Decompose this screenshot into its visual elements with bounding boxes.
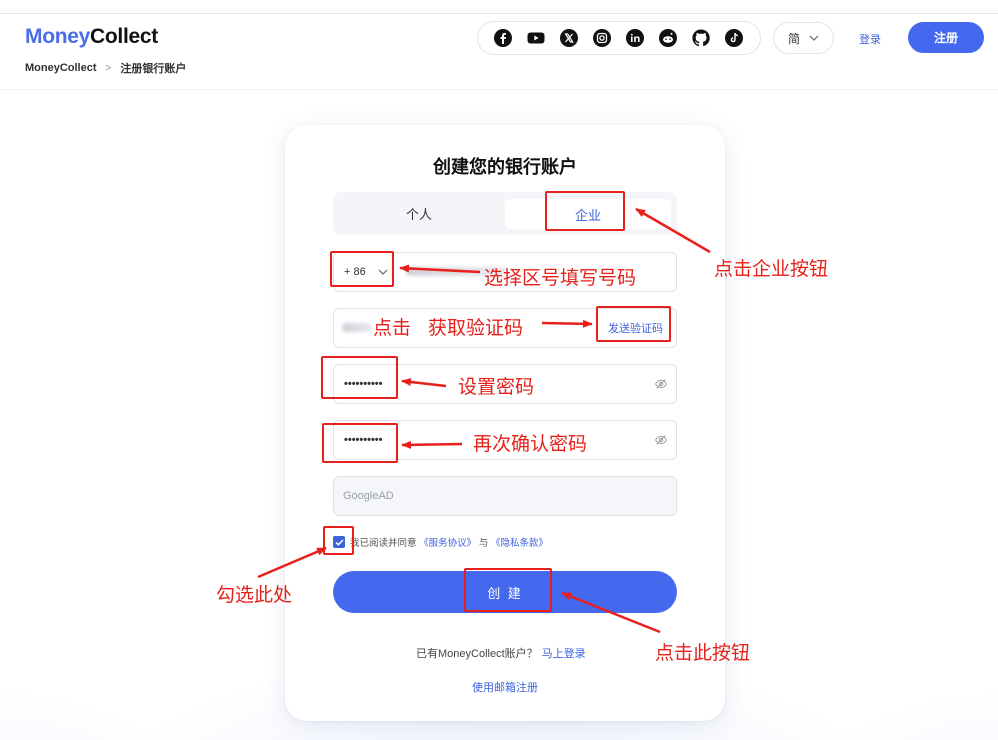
note-get-code: 获取验证码 bbox=[428, 318, 524, 339]
instagram-icon[interactable] bbox=[591, 27, 613, 49]
github-icon[interactable] bbox=[690, 27, 712, 49]
breadcrumb: MoneyCollect > 注册银行账户 bbox=[25, 60, 186, 76]
have-account-line: 已有MoneyCollect账户？ 马上登录 bbox=[416, 645, 586, 661]
eye-off-icon[interactable] bbox=[654, 433, 668, 447]
header-divider bbox=[0, 89, 998, 90]
facebook-icon[interactable] bbox=[492, 27, 514, 49]
login-link[interactable]: 登录 bbox=[859, 31, 881, 47]
promo-code-field[interactable]: GoogleAD bbox=[333, 476, 677, 516]
linkedin-icon[interactable] bbox=[624, 27, 646, 49]
chevron-right-icon: > bbox=[105, 62, 112, 74]
note-select-area-code: 选择区号填写号码 bbox=[484, 268, 637, 289]
tab-personal[interactable]: 个人 bbox=[333, 192, 505, 235]
logo[interactable]: MoneyCollect bbox=[25, 25, 158, 49]
language-label: 简 bbox=[787, 31, 800, 46]
tiktok-icon[interactable] bbox=[723, 27, 745, 49]
login-now-link[interactable]: 马上登录 bbox=[542, 648, 586, 660]
highlight-send-code bbox=[596, 306, 671, 342]
logo-part-1: Money bbox=[25, 25, 91, 48]
promo-code-placeholder: GoogleAD bbox=[343, 490, 394, 502]
highlight-create-button bbox=[464, 568, 552, 612]
reddit-icon[interactable] bbox=[657, 27, 679, 49]
register-button[interactable]: 注册 bbox=[908, 22, 984, 53]
privacy-link[interactable]: 《隐私条款》 bbox=[491, 538, 548, 549]
note-click-this-button: 点击此按钮 bbox=[655, 643, 751, 664]
x-icon[interactable] bbox=[558, 27, 580, 49]
form-title: 创建您的银行账户 bbox=[433, 157, 577, 177]
breadcrumb-current: 注册银行账户 bbox=[120, 63, 187, 75]
highlight-confirm-password bbox=[322, 423, 398, 463]
top-rule bbox=[0, 13, 998, 14]
note-check-here: 勾选此处 bbox=[216, 585, 293, 606]
social-links bbox=[477, 21, 761, 55]
highlight-area-code bbox=[330, 251, 394, 287]
note-click-business: 点击企业按钮 bbox=[714, 259, 829, 280]
and-label: 与 bbox=[478, 538, 489, 549]
blurred-code-value bbox=[342, 323, 372, 332]
highlight-password bbox=[321, 356, 398, 399]
highlight-business-tab bbox=[545, 191, 625, 231]
breadcrumb-home[interactable]: MoneyCollect bbox=[25, 62, 97, 74]
note-set-password: 设置密码 bbox=[458, 377, 535, 398]
terms-link[interactable]: 《服务协议》 bbox=[419, 538, 476, 549]
note-click: 点击 bbox=[373, 318, 412, 339]
chevron-down-icon bbox=[809, 35, 819, 41]
note-confirm-password: 再次确认密码 bbox=[473, 434, 588, 455]
highlight-checkbox bbox=[323, 526, 354, 555]
language-selector[interactable]: 简 bbox=[773, 22, 834, 54]
youtube-icon[interactable] bbox=[525, 27, 547, 49]
have-account-text: 已有MoneyCollect账户？ bbox=[416, 648, 538, 660]
agree-label: 我已阅读并同意 bbox=[350, 538, 417, 549]
logo-part-2: Collect bbox=[90, 25, 158, 48]
email-register-link[interactable]: 使用邮箱注册 bbox=[0, 679, 998, 695]
eye-off-icon[interactable] bbox=[654, 377, 668, 391]
agreement-text: 我已阅读并同意 《服务协议》 与 《隐私条款》 bbox=[350, 535, 548, 549]
account-type-tabs: 个人 企业 bbox=[333, 192, 677, 235]
